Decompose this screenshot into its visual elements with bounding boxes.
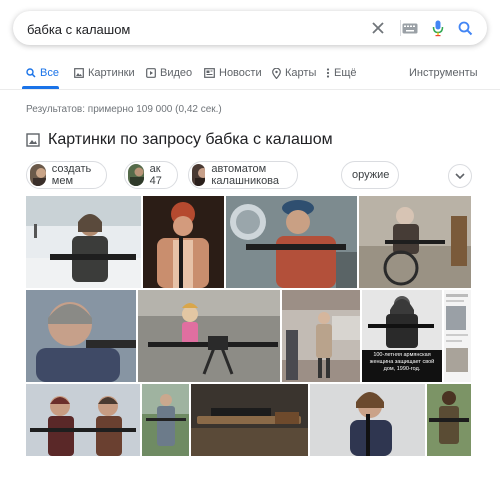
result-stats: Результатов: примерно 109 000 (0,42 сек.… [26, 104, 222, 115]
images-section-header[interactable]: Картинки по запросу бабка с калашом [26, 131, 333, 149]
chip-weapon[interactable]: оружие [341, 161, 400, 189]
image-result[interactable] [444, 290, 471, 382]
tabs-divider [0, 89, 500, 90]
microphone-icon[interactable] [429, 19, 447, 37]
search-tabs: Все Картинки Видео Новости Карты Ещё Инс… [0, 62, 500, 88]
search-icon[interactable] [456, 19, 474, 37]
image-result[interactable] [282, 290, 360, 382]
tab-label: Ещё [334, 67, 357, 79]
image-result[interactable] [427, 384, 471, 456]
image-result[interactable] [142, 384, 189, 456]
more-icon [326, 68, 330, 78]
tab-label: Все [40, 67, 59, 79]
tab-label: Картинки [88, 67, 135, 79]
keyboard-icon[interactable] [401, 19, 419, 37]
image-result[interactable] [226, 196, 357, 288]
chip-create-meme[interactable]: создать мем [26, 161, 108, 189]
chip-label: создать мем [51, 163, 92, 187]
chevron-down-icon [455, 173, 465, 179]
image-icon [74, 68, 84, 78]
search-input[interactable] [27, 20, 327, 38]
tab-label: Новости [219, 67, 262, 79]
chip-label: автоматом калашникова [211, 163, 280, 187]
tab-all[interactable]: Все [26, 67, 59, 79]
chip-thumbnail [128, 164, 144, 186]
image-result[interactable] [359, 196, 471, 288]
image-result[interactable] [310, 384, 425, 456]
news-icon [204, 68, 215, 78]
tab-label: Видео [160, 67, 193, 79]
image-caption: 100-летняя армянская женщина защищает св… [369, 352, 435, 372]
map-pin-icon [272, 67, 281, 79]
chip-thumbnail [192, 164, 206, 186]
tab-more[interactable]: Ещё [326, 67, 357, 79]
video-icon [146, 68, 156, 78]
search-icon [26, 68, 36, 78]
tab-news[interactable]: Новости [204, 67, 262, 79]
image-result[interactable] [26, 196, 141, 288]
chip-ak-47[interactable]: ак 47 [124, 161, 179, 189]
chip-label: оружие [352, 169, 390, 181]
chips-next-button[interactable] [448, 164, 472, 188]
image-icon [26, 133, 40, 147]
images-section-title: Картинки по запросу бабка с калашом [48, 131, 333, 148]
chip-kalashnikov[interactable]: автоматом калашникова [188, 161, 298, 189]
image-result[interactable] [26, 384, 140, 456]
image-result[interactable] [26, 290, 136, 382]
image-result[interactable] [138, 290, 280, 382]
image-result[interactable] [143, 196, 224, 288]
search-bar[interactable] [13, 11, 487, 45]
tools-button[interactable]: Инструменты [409, 67, 478, 79]
tab-maps[interactable]: Карты [272, 67, 316, 79]
image-result[interactable]: 100-летняя армянская женщина защищает св… [362, 290, 442, 382]
tab-videos[interactable]: Видео [146, 67, 192, 79]
chip-thumbnail [30, 164, 46, 186]
image-result[interactable] [191, 384, 308, 456]
tools-label: Инструменты [409, 67, 478, 79]
chip-label: ак 47 [149, 163, 162, 187]
close-icon[interactable] [369, 19, 387, 37]
tab-label: Карты [285, 67, 317, 79]
tab-images[interactable]: Картинки [74, 67, 135, 79]
